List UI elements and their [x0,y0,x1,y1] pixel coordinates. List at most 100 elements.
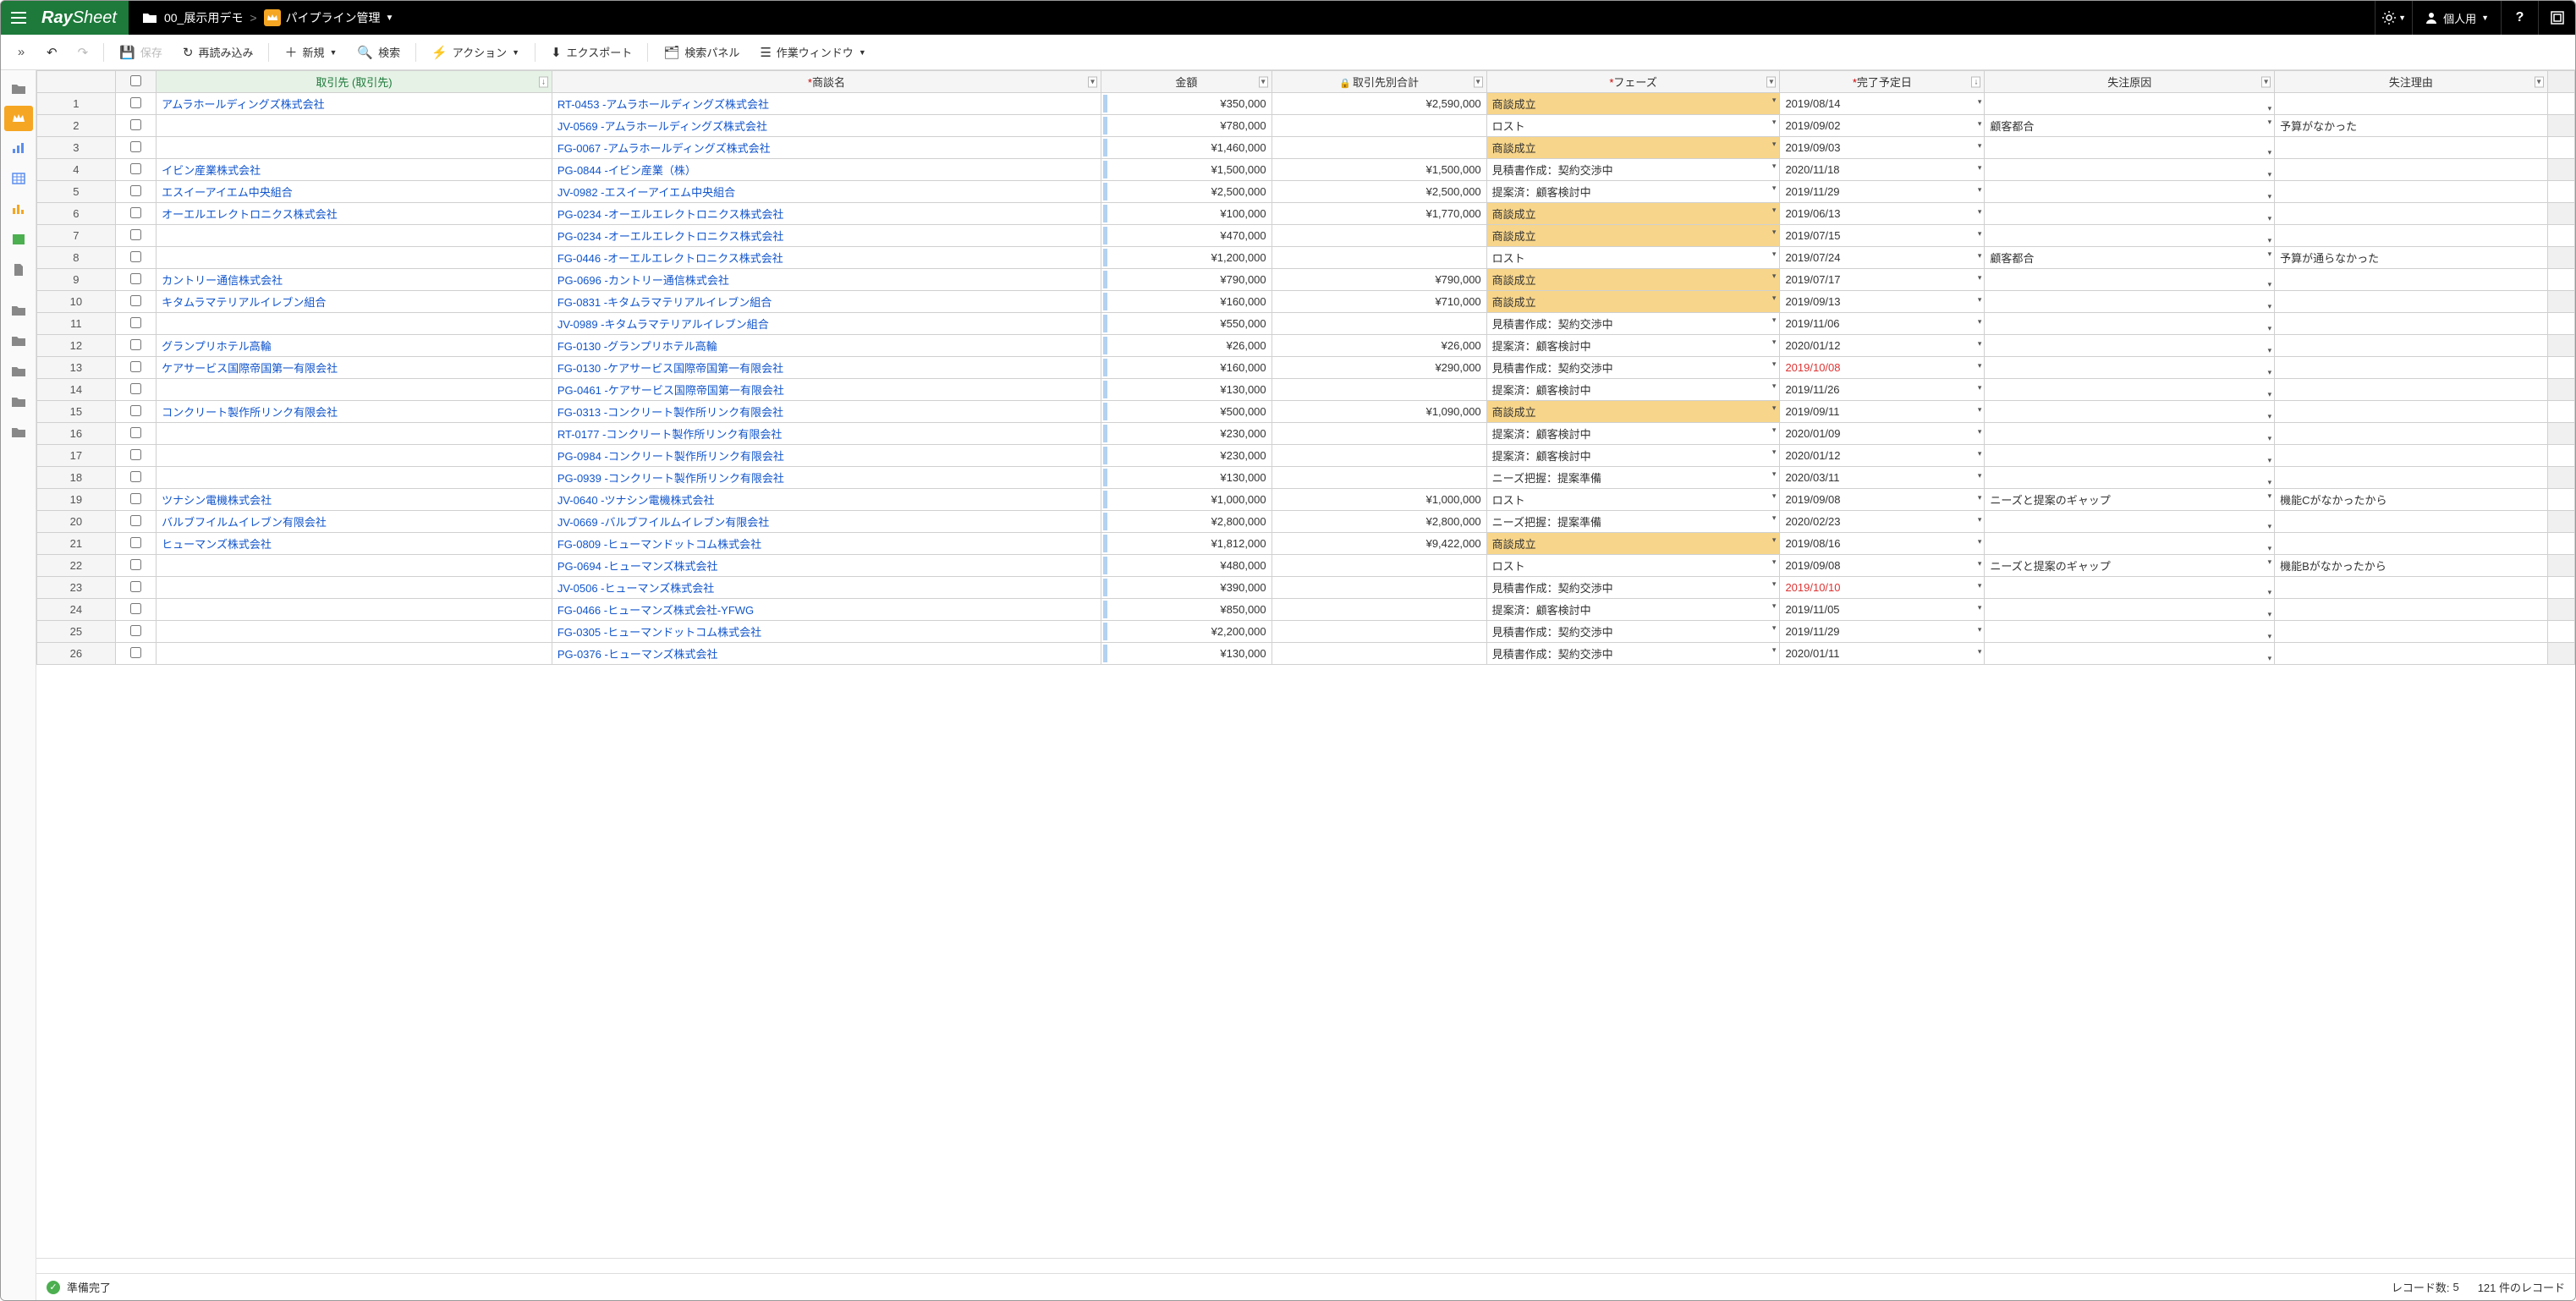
cell-date[interactable]: 2020/11/18 [1780,159,1985,181]
cell-phase[interactable]: 提案済：顧客検討中 [1486,181,1780,203]
work-window-button[interactable]: ☰ 作業ウィンドウ ▼ [751,39,874,65]
cell-amount[interactable]: ¥470,000 [1101,225,1272,247]
cell-detail[interactable] [2275,511,2548,533]
filter-icon[interactable]: ▾ [1766,76,1776,87]
cell-account[interactable]: バルブフイルムイレブン有限会社 [157,511,552,533]
row-checkbox[interactable] [130,405,141,416]
row-checkbox[interactable] [130,383,141,394]
table-row[interactable]: 3FG-0067 -アムラホールディングズ株式会社¥1,460,000商談成立2… [37,137,2575,159]
row-checkbox-cell[interactable] [115,137,156,159]
table-row[interactable]: 24FG-0466 -ヒューマンズ株式会社-YFWG¥850,000提案済：顧客… [37,599,2575,621]
cell-account[interactable]: キタムラマテリアルイレブン組合 [157,291,552,313]
fullscreen-button[interactable] [2538,1,2575,35]
expand-toolbar-button[interactable]: » [8,45,35,59]
row-number[interactable]: 1 [37,93,116,115]
cell-amount[interactable]: ¥390,000 [1101,577,1272,599]
cell-detail[interactable] [2275,599,2548,621]
cell-date[interactable]: 2019/10/08 [1780,357,1985,379]
cell-amount[interactable]: ¥2,500,000 [1101,181,1272,203]
col-amount[interactable]: 金額▾ [1101,71,1272,93]
row-number[interactable]: 26 [37,643,116,665]
cell-phase[interactable]: ニーズ把握：提案準備 [1486,467,1780,489]
table-row[interactable]: 7PG-0234 -オーエルエレクトロニクス株式会社¥470,000商談成立20… [37,225,2575,247]
cell-account[interactable]: コンクリート製作所リンク有限会社 [157,401,552,423]
cell-reason[interactable] [1985,159,2275,181]
row-checkbox[interactable] [130,603,141,614]
cell-account[interactable]: ヒューマンズ株式会社 [157,533,552,555]
table-row[interactable]: 19ツナシン電機株式会社JV-0640 -ツナシン電機株式会社¥1,000,00… [37,489,2575,511]
row-checkbox-cell[interactable] [115,489,156,511]
cell-date[interactable]: 2019/09/13 [1780,291,1985,313]
cell-total[interactable] [1272,423,1486,445]
cell-opportunity[interactable]: FG-0809 -ヒューマンドットコム株式会社 [552,533,1101,555]
table-row[interactable]: 9カントリー通信株式会社PG-0696 -カントリー通信株式会社¥790,000… [37,269,2575,291]
cell-amount[interactable]: ¥500,000 [1101,401,1272,423]
row-checkbox-cell[interactable] [115,643,156,665]
row-checkbox-cell[interactable] [115,313,156,335]
cell-opportunity[interactable]: FG-0446 -オーエルエレクトロニクス株式会社 [552,247,1101,269]
cell-account[interactable] [157,577,552,599]
cell-amount[interactable]: ¥480,000 [1101,555,1272,577]
sidebar-folder-5[interactable] [1,417,36,447]
cell-phase[interactable]: ロスト [1486,115,1780,137]
row-number[interactable]: 21 [37,533,116,555]
table-row[interactable]: 21ヒューマンズ株式会社FG-0809 -ヒューマンドットコム株式会社¥1,81… [37,533,2575,555]
row-checkbox-cell[interactable] [115,511,156,533]
cell-total[interactable] [1272,247,1486,269]
cell-total[interactable]: ¥2,500,000 [1272,181,1486,203]
table-row[interactable]: 22PG-0694 -ヒューマンズ株式会社¥480,000ロスト2019/09/… [37,555,2575,577]
cell-phase[interactable]: 商談成立 [1486,269,1780,291]
cell-opportunity[interactable]: PG-0461 -ケアサービス国際帝国第一有限会社 [552,379,1101,401]
cell-amount[interactable]: ¥130,000 [1101,643,1272,665]
cell-amount[interactable]: ¥1,200,000 [1101,247,1272,269]
col-opportunity[interactable]: *商談名▾ [552,71,1101,93]
cell-total[interactable] [1272,621,1486,643]
cell-total[interactable] [1272,445,1486,467]
cell-phase[interactable]: 提案済：顧客検討中 [1486,379,1780,401]
table-row[interactable]: 15コンクリート製作所リンク有限会社FG-0313 -コンクリート製作所リンク有… [37,401,2575,423]
cell-amount[interactable]: ¥1,000,000 [1101,489,1272,511]
cell-reason[interactable] [1985,269,2275,291]
row-checkbox-cell[interactable] [115,225,156,247]
cell-phase[interactable]: ロスト [1486,555,1780,577]
cell-phase[interactable]: 見積書作成：契約交渉中 [1486,313,1780,335]
cell-reason[interactable] [1985,357,2275,379]
cell-opportunity[interactable]: PG-0694 -ヒューマンズ株式会社 [552,555,1101,577]
row-checkbox[interactable] [130,207,141,218]
cell-total[interactable]: ¥9,422,000 [1272,533,1486,555]
grid-scroll[interactable]: 取引先 (取引先)↓ *商談名▾ 金額▾ 🔒取引先別合計▾ *フェーズ▾ *完了… [36,70,2575,1258]
row-checkbox-cell[interactable] [115,555,156,577]
row-checkbox-cell[interactable] [115,401,156,423]
cell-phase[interactable]: 商談成立 [1486,533,1780,555]
cell-account[interactable]: ケアサービス国際帝国第一有限会社 [157,357,552,379]
cell-total[interactable]: ¥1,090,000 [1272,401,1486,423]
cell-account[interactable]: エスイーアイエム中央組合 [157,181,552,203]
settings-button[interactable]: ▼ [2375,1,2412,35]
row-checkbox[interactable] [130,559,141,570]
row-checkbox-cell[interactable] [115,533,156,555]
row-checkbox-cell[interactable] [115,247,156,269]
table-row[interactable]: 16RT-0177 -コンクリート製作所リンク有限会社¥230,000提案済：顧… [37,423,2575,445]
cell-opportunity[interactable]: PG-0234 -オーエルエレクトロニクス株式会社 [552,225,1101,247]
cell-reason[interactable] [1985,137,2275,159]
row-number[interactable]: 20 [37,511,116,533]
cell-detail[interactable] [2275,181,2548,203]
cell-amount[interactable]: ¥790,000 [1101,269,1272,291]
cell-reason[interactable] [1985,577,2275,599]
cell-amount[interactable]: ¥2,800,000 [1101,511,1272,533]
cell-total[interactable] [1272,137,1486,159]
table-row[interactable]: 18PG-0939 -コンクリート製作所リンク有限会社¥130,000ニーズ把握… [37,467,2575,489]
cell-detail[interactable]: 機能Bがなかったから [2275,555,2548,577]
cell-opportunity[interactable]: PG-0696 -カントリー通信株式会社 [552,269,1101,291]
cell-account[interactable]: イビン産業株式会社 [157,159,552,181]
cell-detail[interactable] [2275,423,2548,445]
row-checkbox-cell[interactable] [115,577,156,599]
cell-phase[interactable]: 提案済：顧客検討中 [1486,423,1780,445]
cell-date[interactable]: 2020/01/09 [1780,423,1985,445]
cell-opportunity[interactable]: PG-0844 -イビン産業（株） [552,159,1101,181]
row-checkbox[interactable] [130,515,141,526]
row-checkbox[interactable] [130,185,141,196]
cell-account[interactable] [157,621,552,643]
row-checkbox[interactable] [130,361,141,372]
table-row[interactable]: 1アムラホールディングズ株式会社RT-0453 -アムラホールディングズ株式会社… [37,93,2575,115]
